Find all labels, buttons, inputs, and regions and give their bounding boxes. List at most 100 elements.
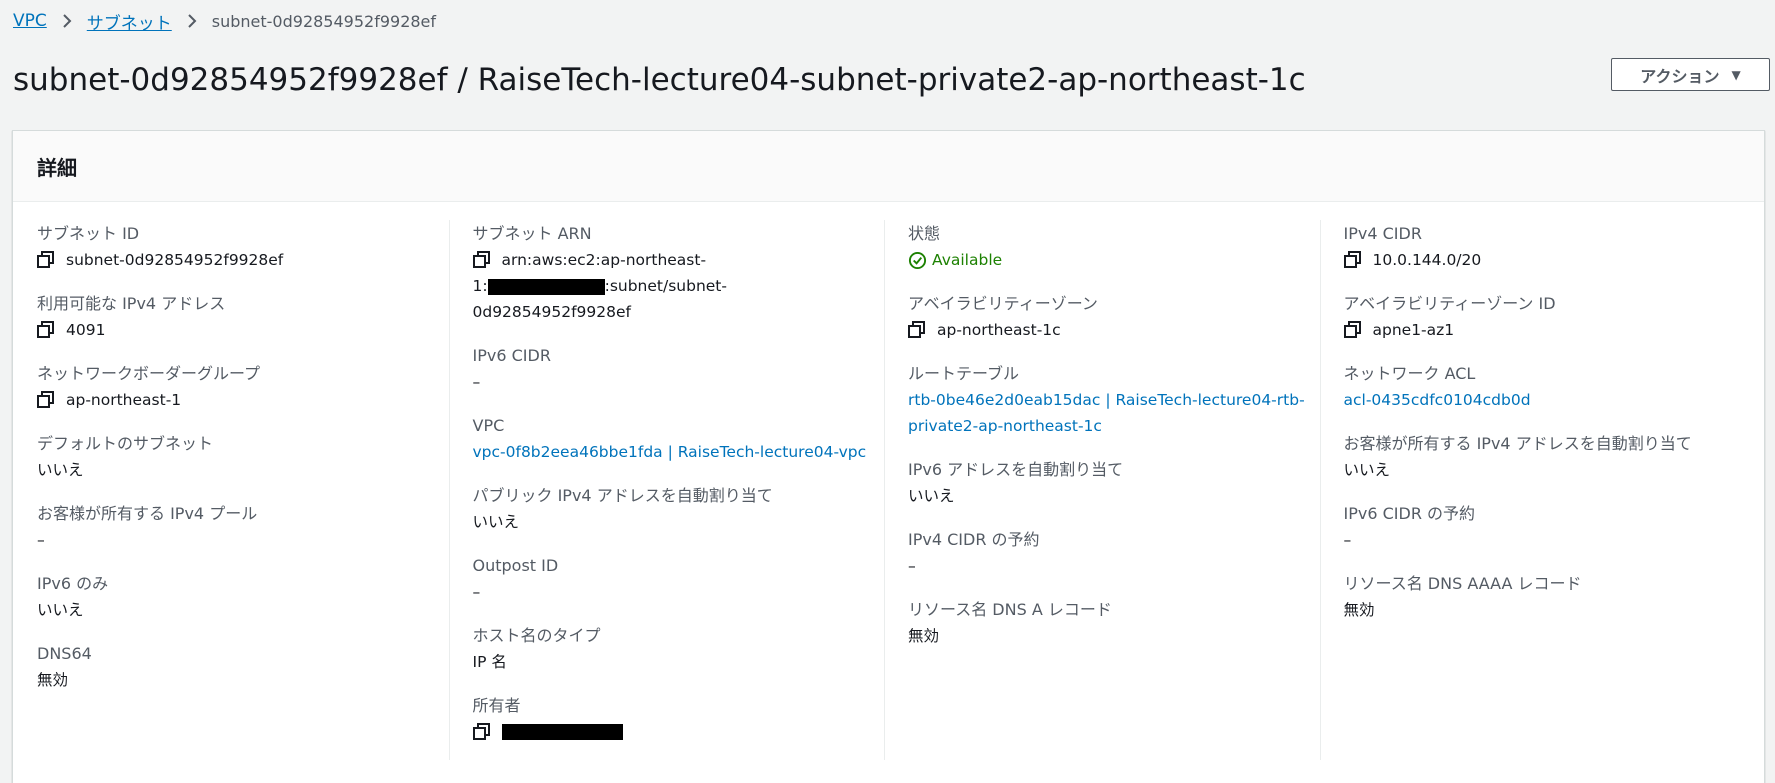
field-availability-zone: アベイラビリティーゾーン ap-northeast-1c bbox=[908, 290, 1310, 343]
field-label: サブネット ARN bbox=[472, 224, 592, 243]
arn-line-2-suffix: :subnet/subnet- bbox=[604, 277, 727, 295]
actions-dropdown-button[interactable]: アクション ▼ bbox=[1611, 58, 1770, 91]
field-default-subnet: デフォルトのサブネット いいえ bbox=[37, 430, 439, 483]
field-value: いいえ bbox=[472, 513, 520, 531]
field-label: DNS64 bbox=[37, 644, 92, 663]
arn-line-2: 1: :subnet/subnet- bbox=[473, 273, 875, 299]
field-label: デフォルトのサブネット bbox=[37, 434, 214, 453]
field-value: いいえ bbox=[908, 487, 955, 505]
details-panel: 詳細 サブネット ID subnet-0d92854952f9928ef 利用可… bbox=[12, 130, 1765, 783]
field-value: ap-northeast-1 bbox=[66, 391, 182, 409]
field-value: いいえ bbox=[37, 601, 84, 619]
copy-icon[interactable] bbox=[908, 321, 926, 339]
copy-icon[interactable] bbox=[1343, 321, 1362, 339]
field-label: アベイラビリティーゾーン bbox=[908, 294, 1098, 313]
subnet-detail-page: VPC サブネット subnet-0d92854952f9928ef subne… bbox=[0, 0, 1775, 783]
field-route-table: ルートテーブル rtb-0be46e2d0eab15dac | RaiseTec… bbox=[908, 360, 1310, 439]
field-label: パブリック IPv4 アドレスを自動割り当て bbox=[472, 486, 773, 505]
route-table-link-line-2: private2-ap-northeast-1c bbox=[908, 417, 1102, 435]
field-label: サブネット ID bbox=[37, 224, 140, 243]
field-vpc: VPC vpc-0f8b2eea46bbe1fda | RaiseTech-le… bbox=[473, 412, 875, 465]
arn-line-2-prefix: 1: bbox=[472, 277, 488, 295]
field-label: 利用可能な IPv4 アドレス bbox=[37, 294, 226, 313]
status-badge: Available bbox=[908, 247, 1310, 273]
field-label: IPv4 CIDR の予約 bbox=[908, 530, 1040, 549]
field-dns64: DNS64 無効 bbox=[37, 640, 439, 693]
copy-icon[interactable] bbox=[1343, 251, 1362, 269]
field-label: リソース名 DNS AAAA レコード bbox=[1343, 574, 1582, 593]
field-ipv6-only: IPv6 のみ いいえ bbox=[37, 570, 439, 623]
field-value: 無効 bbox=[908, 627, 940, 645]
details-column-3: 状態 Available アベイラビリティーゾーン ap-northeast-1… bbox=[884, 220, 1320, 760]
field-value: 無効 bbox=[1343, 601, 1375, 619]
field-ipv4-cidr-reservation: IPv4 CIDR の予約 – bbox=[908, 526, 1310, 579]
field-customer-ipv4-pool: お客様が所有する IPv4 プール – bbox=[37, 500, 439, 553]
vpc-link[interactable]: vpc-0f8b2eea46bbe1fda | RaiseTech-lectur… bbox=[473, 439, 875, 465]
field-state: 状態 Available bbox=[908, 220, 1310, 273]
field-value: apne1-az1 bbox=[1372, 321, 1455, 339]
field-ipv6-cidr-reservation: IPv6 CIDR の予約 – bbox=[1344, 500, 1754, 553]
field-label: ネットワーク ACL bbox=[1343, 364, 1476, 383]
field-value: 無効 bbox=[37, 671, 69, 689]
status-success-icon bbox=[908, 251, 927, 270]
route-table-link[interactable]: rtb-0be46e2d0eab15dac | RaiseTech-lectur… bbox=[908, 387, 1310, 439]
field-label: Outpost ID bbox=[472, 556, 559, 575]
field-subnet-id: サブネット ID subnet-0d92854952f9928ef bbox=[37, 220, 439, 273]
field-value: いいえ bbox=[37, 461, 84, 479]
field-network-acl: ネットワーク ACL acl-0435cdfc0104cdb0d bbox=[1344, 360, 1754, 413]
chevron-right-icon bbox=[172, 14, 212, 28]
route-table-link-line-1: rtb-0be46e2d0eab15dac | RaiseTech-lectur… bbox=[908, 391, 1305, 409]
field-available-ipv4: 利用可能な IPv4 アドレス 4091 bbox=[37, 290, 439, 343]
actions-button-label: アクション bbox=[1640, 66, 1720, 86]
field-resource-dns-aaaa: リソース名 DNS AAAA レコード 無効 bbox=[1344, 570, 1754, 623]
field-label: 状態 bbox=[908, 224, 941, 243]
field-value: ap-northeast-1c bbox=[937, 321, 1061, 339]
details-column-2: サブネット ARN arn:aws:ec2:ap-northeast- 1: :s… bbox=[448, 220, 885, 760]
field-label: IPv4 CIDR bbox=[1343, 224, 1422, 243]
field-hostname-type: ホスト名のタイプ IP 名 bbox=[473, 622, 875, 675]
field-label: ネットワークボーダーグループ bbox=[37, 364, 261, 383]
field-network-border-group: ネットワークボーダーグループ ap-northeast-1 bbox=[37, 360, 439, 413]
field-auto-assign-ipv6: IPv6 アドレスを自動割り当て いいえ bbox=[908, 456, 1310, 509]
copy-icon[interactable] bbox=[472, 723, 491, 741]
details-column-4: IPv4 CIDR 10.0.144.0/20 アベイラビリティーゾーン ID bbox=[1319, 220, 1764, 760]
copy-icon[interactable] bbox=[472, 251, 491, 269]
field-label: アベイラビリティーゾーン ID bbox=[1343, 294, 1556, 313]
network-acl-link[interactable]: acl-0435cdfc0104cdb0d bbox=[1344, 387, 1754, 413]
page-title: subnet-0d92854952f9928ef / RaiseTech-lec… bbox=[13, 62, 1306, 98]
field-value: – bbox=[1343, 531, 1352, 549]
field-resource-dns-a: リソース名 DNS A レコード 無効 bbox=[908, 596, 1310, 649]
field-outpost-id: Outpost ID – bbox=[473, 552, 875, 605]
field-label: IPv6 のみ bbox=[37, 574, 109, 593]
details-column-1: サブネット ID subnet-0d92854952f9928ef 利用可能な … bbox=[13, 220, 449, 758]
details-heading: 詳細 bbox=[37, 155, 77, 180]
field-ipv6-cidr: IPv6 CIDR – bbox=[473, 342, 875, 395]
field-label: IPv6 CIDR の予約 bbox=[1343, 504, 1476, 523]
details-columns: サブネット ID subnet-0d92854952f9928ef 利用可能な … bbox=[13, 202, 1764, 760]
redacted-owner-id bbox=[501, 724, 623, 740]
field-subnet-arn: サブネット ARN arn:aws:ec2:ap-northeast- 1: :s… bbox=[472, 220, 875, 325]
field-label: IPv6 CIDR bbox=[472, 346, 551, 365]
breadcrumb-current: subnet-0d92854952f9928ef bbox=[211, 11, 437, 31]
field-label: ホスト名のタイプ bbox=[472, 626, 601, 645]
field-value: – bbox=[472, 373, 481, 391]
field-label: お客様が所有する IPv4 プール bbox=[37, 504, 258, 523]
field-owner: 所有者 bbox=[472, 692, 875, 741]
copy-icon[interactable] bbox=[37, 251, 55, 269]
field-label: 所有者 bbox=[472, 696, 521, 715]
field-ipv4-cidr: IPv4 CIDR 10.0.144.0/20 bbox=[1343, 220, 1754, 273]
copy-icon[interactable] bbox=[37, 391, 55, 409]
field-auto-assign-customer-ipv4: お客様が所有する IPv4 アドレスを自動割り当て いいえ bbox=[1344, 430, 1754, 483]
field-value: arn:aws:ec2:ap-northeast- bbox=[501, 251, 707, 269]
chevron-right-icon bbox=[47, 14, 87, 28]
details-panel-header: 詳細 bbox=[13, 131, 1764, 202]
breadcrumb-subnets-link[interactable]: サブネット bbox=[87, 9, 172, 34]
breadcrumb-vpc-link[interactable]: VPC bbox=[13, 11, 47, 31]
field-value: 10.0.144.0/20 bbox=[1372, 251, 1482, 269]
arn-line-3: 0d92854952f9928ef bbox=[472, 303, 632, 321]
field-label: VPC bbox=[472, 416, 505, 435]
redacted-account-id bbox=[487, 278, 605, 295]
copy-icon[interactable] bbox=[37, 321, 55, 339]
breadcrumb: VPC サブネット subnet-0d92854952f9928ef bbox=[13, 8, 436, 34]
field-label: IPv6 アドレスを自動割り当て bbox=[908, 460, 1124, 479]
